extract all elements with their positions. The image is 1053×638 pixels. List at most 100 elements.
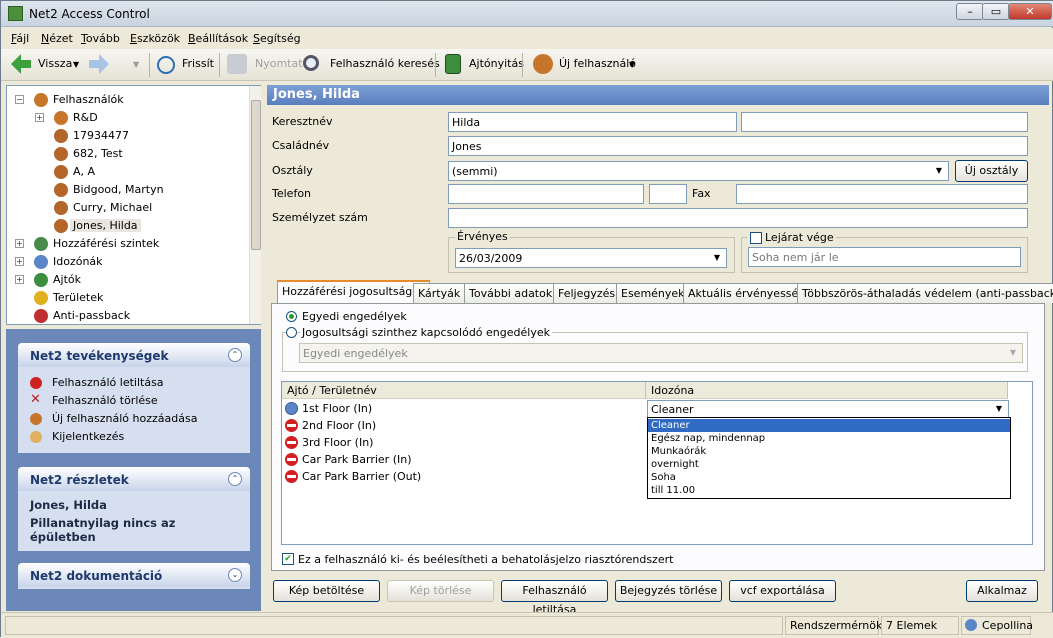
tab-access-rights[interactable]: Hozzáférési jogosultságok	[277, 280, 431, 304]
tree-item[interactable]: Curry, Michael	[73, 201, 152, 214]
individual-permissions-radio[interactable]	[286, 311, 297, 322]
last-name-input[interactable]: Jones	[448, 136, 1028, 156]
details-panel-title: Net2 részletek	[18, 467, 250, 491]
scrollbar-thumb[interactable]	[251, 100, 261, 250]
chevron-down-icon[interactable]: ▼	[932, 164, 946, 178]
back-button[interactable]: Vissza	[38, 57, 72, 70]
timezone-value: Cleaner	[651, 403, 694, 416]
chevron-down-icon[interactable]: ▼	[710, 251, 724, 265]
tree-item[interactable]: 17934477	[73, 129, 129, 142]
tree-expander-icon[interactable]: +	[15, 239, 24, 248]
tree-item[interactable]: Területek	[53, 291, 103, 304]
fax-input[interactable]	[736, 184, 1028, 204]
middle-name-input[interactable]	[741, 112, 1028, 132]
timezone-option[interactable]: Egész nap, mindennap	[648, 432, 1010, 445]
collapse-icon[interactable]: ⌃	[228, 472, 242, 486]
toolbar-separator	[219, 53, 220, 77]
tab-anti-passback[interactable]: Többszörös-áthaladás védelem (anti-passb…	[797, 283, 1053, 303]
menu-tools[interactable]: Eszközök	[130, 32, 180, 45]
tree-item[interactable]: Bidgood, Martyn	[73, 183, 164, 196]
phone-ext-input[interactable]	[649, 184, 687, 204]
status-bar: Rendszermérnök 7 Elemek Cepollina	[1, 612, 1053, 638]
back-arrow-icon[interactable]	[11, 54, 31, 74]
tree-item[interactable]: Anti-passback	[53, 309, 130, 322]
refresh-button[interactable]: Frissít	[182, 57, 214, 70]
tree-item[interactable]: 682, Test	[73, 147, 123, 160]
collapse-icon[interactable]: ⌃	[228, 348, 242, 362]
timezone-option[interactable]: Soha	[648, 471, 1010, 484]
individual-permissions-label: Egyedi engedélyek	[302, 310, 407, 323]
timezone-option[interactable]: till 11.00	[648, 484, 1010, 497]
expiry-checkbox[interactable]	[750, 232, 762, 244]
load-image-button[interactable]: Kép betöltése	[273, 580, 380, 602]
tab-current-validity[interactable]: Aktuális érvényesség	[683, 283, 811, 303]
chevron-down-icon[interactable]: ▼	[992, 402, 1006, 416]
block-user-link[interactable]: Felhasználó letiltása	[52, 376, 164, 389]
tree-item[interactable]: R&D	[73, 111, 98, 124]
menu-go[interactable]: Tovább	[81, 32, 120, 45]
menu-help[interactable]: Segítség	[253, 32, 301, 45]
phone-input[interactable]	[448, 184, 644, 204]
close-button[interactable]: ✕	[1008, 3, 1052, 20]
menu-file[interactable]: Fájl	[11, 32, 29, 45]
alarm-checkbox[interactable]: ✔	[282, 553, 294, 565]
user-search-icon[interactable]	[303, 55, 319, 71]
menu-view-key: N	[41, 32, 50, 45]
tree-item[interactable]: Ajtók	[53, 273, 81, 286]
tab-events[interactable]: Események	[616, 283, 690, 303]
new-user-icon[interactable]	[533, 54, 553, 74]
user-icon	[54, 129, 68, 143]
tree-item[interactable]: Idozónák	[53, 255, 103, 268]
last-name-label: Családnév	[272, 139, 330, 152]
door-name-cell: 1st Floor (In)	[302, 402, 373, 415]
add-user-link[interactable]: Új felhasználó hozzáadása	[52, 412, 197, 425]
staff-number-input[interactable]	[448, 208, 1028, 228]
timezone-option[interactable]: overnight	[648, 458, 1010, 471]
minimize-button[interactable]: –	[956, 3, 984, 20]
fax-label: Fax	[692, 187, 711, 200]
access-level-radio[interactable]	[286, 327, 297, 338]
new-department-button[interactable]: Új osztály	[955, 160, 1028, 182]
maximize-button[interactable]: ▭	[982, 3, 1010, 20]
menu-settings[interactable]: Beállítások	[188, 32, 248, 45]
tab-cards[interactable]: Kártyák	[413, 283, 466, 303]
tree-item[interactable]: Jones, Hilda	[70, 219, 141, 232]
timezone-option[interactable]: Munkaórák	[648, 445, 1010, 458]
back-dropdown-icon[interactable]: ▼	[73, 60, 79, 69]
tab-notes[interactable]: Feljegyzés	[553, 283, 621, 303]
refresh-icon[interactable]	[157, 56, 175, 74]
tree-item[interactable]: Hozzáférési szintek	[53, 237, 159, 250]
logout-link[interactable]: Kijelentkezés	[52, 430, 124, 443]
delete-entry-button[interactable]: Bejegyzés törlése	[615, 580, 722, 602]
block-user-icon	[30, 377, 42, 389]
delete-user-link[interactable]: Felhasználó törlése	[52, 394, 158, 407]
menu-view[interactable]: Nézet	[41, 32, 73, 45]
tree-expander-icon[interactable]: −	[15, 95, 24, 104]
new-user-dropdown-icon[interactable]: ▼	[629, 60, 635, 69]
timezone-option[interactable]: Cleaner	[648, 419, 1010, 432]
timezone-select[interactable]: Cleaner ▼	[647, 400, 1009, 418]
new-user-button[interactable]: Új felhasználó	[559, 57, 636, 70]
door-name-cell: Car Park Barrier (In)	[302, 453, 412, 466]
tree-expander-icon[interactable]: +	[15, 257, 24, 266]
expiry-date-input[interactable]: Soha nem jár le	[748, 247, 1021, 267]
door-open-button[interactable]: Ajtónyitás	[469, 57, 524, 70]
tree-scrollbar[interactable]	[249, 86, 261, 324]
export-vcf-button[interactable]: vcf exportálása	[729, 580, 836, 602]
column-header-door[interactable]: Ajtó / Területnév	[282, 382, 646, 399]
department-select[interactable]: (semmi) ▼	[448, 161, 949, 181]
tree-item[interactable]: A, A	[73, 165, 95, 178]
anti-passback-icon	[34, 309, 48, 323]
tab-more-details[interactable]: További adatok	[464, 283, 558, 303]
block-user-button[interactable]: Felhasználó letiltása	[501, 580, 608, 616]
tree-expander-icon[interactable]: +	[15, 275, 24, 284]
user-search-button[interactable]: Felhasználó keresés	[330, 57, 440, 70]
apply-button[interactable]: Alkalmaz	[966, 580, 1038, 602]
column-header-timezone[interactable]: Idozóna	[646, 382, 1008, 399]
tree-item[interactable]: Felhasználók	[53, 93, 124, 106]
first-name-input[interactable]: Hilda	[448, 112, 737, 132]
door-icon[interactable]	[445, 54, 461, 74]
expand-icon[interactable]: ⌄	[228, 568, 242, 582]
tree-expander-icon[interactable]: +	[35, 113, 44, 122]
valid-from-date[interactable]: 26/03/2009 ▼	[455, 248, 727, 268]
